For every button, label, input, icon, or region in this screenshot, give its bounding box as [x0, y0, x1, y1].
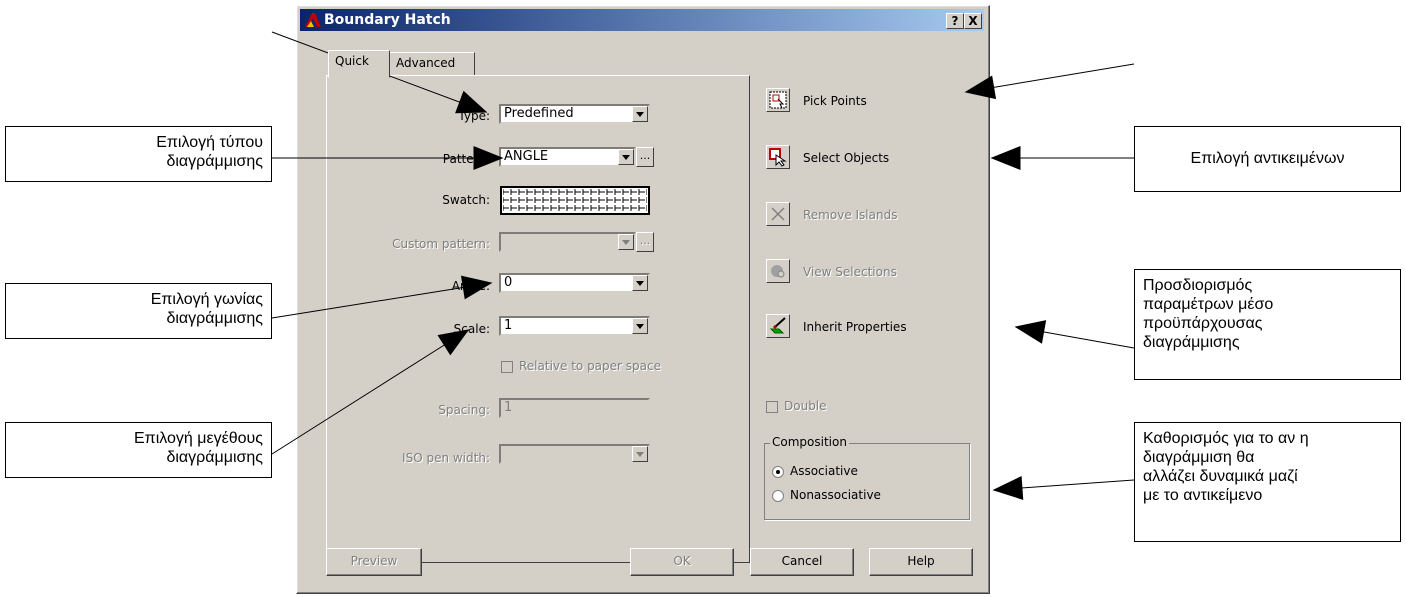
arrow-to-inherit [1014, 320, 1135, 349]
callout-arrows [271, 31, 1135, 500]
arrow-to-angle [271, 275, 493, 319]
tab-quick-label: Quick [335, 54, 369, 68]
arrow-to-scale [271, 329, 470, 455]
tab-quick[interactable]: Quick [328, 50, 390, 78]
arrow-to-composition [992, 475, 1135, 500]
arrow-to-pick-points [964, 63, 1135, 100]
